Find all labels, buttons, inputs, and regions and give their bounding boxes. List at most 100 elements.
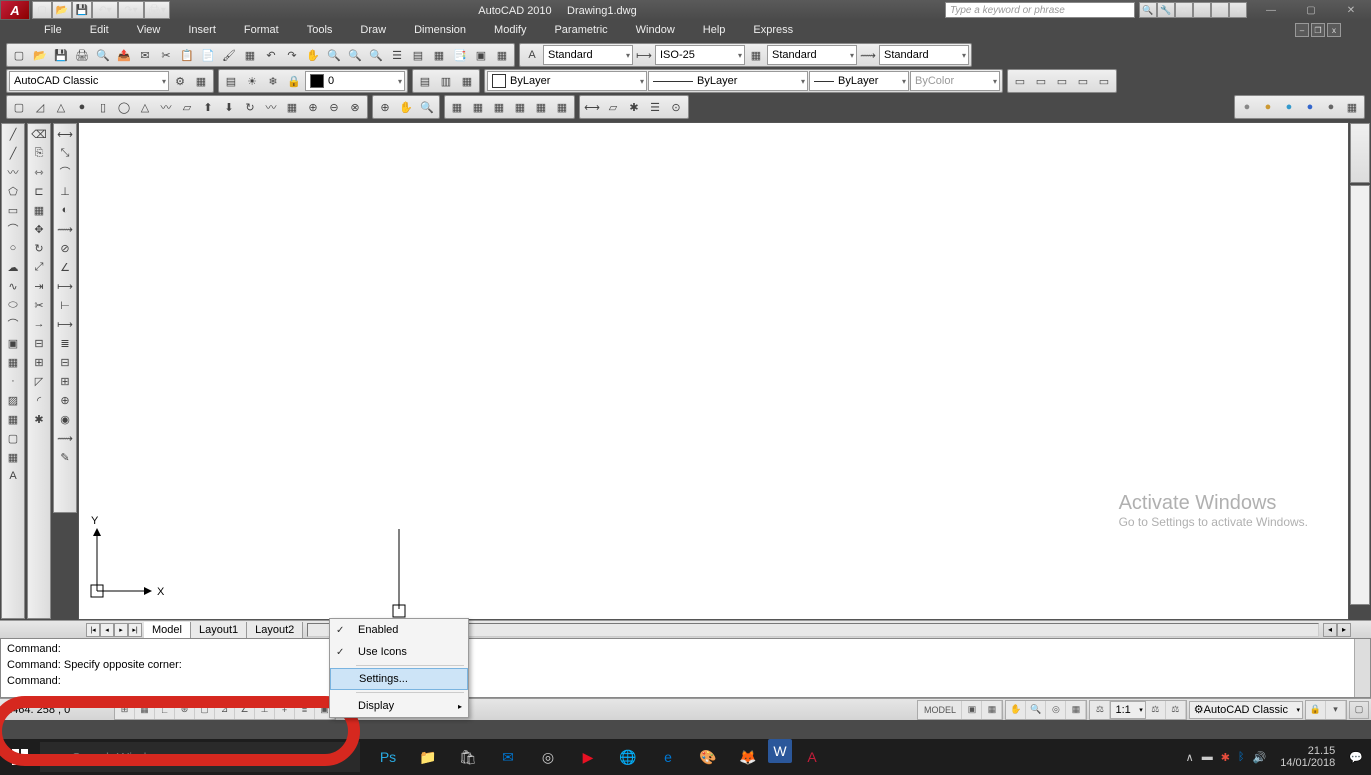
trim-icon[interactable]: ✂: [29, 296, 49, 314]
mt4-icon[interactable]: ▭: [1073, 71, 1093, 91]
cm-enabled[interactable]: ✓Enabled: [330, 619, 468, 641]
d-ang-icon[interactable]: ∠: [55, 258, 75, 276]
d-break-icon[interactable]: ⊟: [55, 353, 75, 371]
zoom-rt-icon[interactable]: 🔍: [324, 45, 344, 65]
paste-icon[interactable]: 📄: [198, 45, 218, 65]
markup-icon[interactable]: ▣: [471, 45, 491, 65]
pyr-icon[interactable]: △: [135, 97, 155, 117]
swe-icon[interactable]: 〰: [261, 97, 281, 117]
layer-lock-icon[interactable]: 🔒: [284, 71, 304, 91]
lwt-button[interactable]: ≡: [295, 701, 315, 719]
mtext-icon[interactable]: A: [3, 467, 23, 485]
workspace-dropdown[interactable]: AutoCAD Classic: [9, 71, 169, 91]
hel-icon[interactable]: 〰: [156, 97, 176, 117]
mdi-min-button[interactable]: –: [1295, 23, 1309, 37]
insert-icon[interactable]: ▣: [3, 334, 23, 352]
drawing-canvas[interactable]: X Y Activate Windows Go to Settings to a…: [78, 122, 1349, 620]
star-icon[interactable]: ☆: [1193, 2, 1211, 18]
annot-scale-dropdown[interactable]: 1:1: [1110, 701, 1145, 719]
app-autocad-icon[interactable]: A: [792, 739, 832, 775]
d-dia-icon[interactable]: ⊘: [55, 239, 75, 257]
d-edit-icon[interactable]: ✎: [55, 448, 75, 466]
dyn-button[interactable]: +: [275, 701, 295, 719]
dimstyle-dropdown[interactable]: ISO-25: [655, 45, 745, 65]
comm-icon[interactable]: ✕: [1175, 2, 1193, 18]
menu-tools[interactable]: Tools: [293, 20, 347, 40]
rect-icon[interactable]: ▭: [3, 201, 23, 219]
textstyle-icon[interactable]: A: [522, 45, 542, 65]
menu-window[interactable]: Window: [622, 20, 689, 40]
ext-icon[interactable]: ⬆: [198, 97, 218, 117]
qat-print-icon[interactable]: 🖨▾: [144, 1, 170, 19]
id-icon[interactable]: ⊙: [666, 97, 686, 117]
menu-parametric[interactable]: Parametric: [540, 20, 621, 40]
ortho-button[interactable]: ∟: [155, 701, 175, 719]
region-icon[interactable]: ▢: [3, 429, 23, 447]
mlstyle-dropdown[interactable]: Standard: [879, 45, 969, 65]
qv-layout-icon[interactable]: ▣: [962, 701, 982, 719]
cyl-icon[interactable]: ▯: [93, 97, 113, 117]
fillet-icon[interactable]: ◜: [29, 391, 49, 409]
calc-icon[interactable]: ▦: [492, 45, 512, 65]
color-dropdown[interactable]: ByLayer: [487, 71, 647, 91]
list-icon[interactable]: ☰: [645, 97, 665, 117]
app-video-icon[interactable]: ▶: [568, 739, 608, 775]
ws-gear-icon[interactable]: ⚙: [170, 71, 190, 91]
lineweight-dropdown[interactable]: ByLayer: [809, 71, 909, 91]
sphere-icon[interactable]: ●: [72, 97, 92, 117]
r2-icon[interactable]: ●: [1258, 97, 1278, 117]
wedge-icon[interactable]: ◿: [30, 97, 50, 117]
menu-modify[interactable]: Modify: [480, 20, 540, 40]
tab-next-icon[interactable]: ▸: [114, 623, 128, 637]
sub-icon[interactable]: ⊖: [324, 97, 344, 117]
taskbar-search-input[interactable]: [40, 742, 360, 772]
tray-bt-icon[interactable]: ᛒ: [1238, 751, 1245, 763]
copy-obj-icon[interactable]: ⎘: [29, 144, 49, 162]
rev-icon[interactable]: ↻: [240, 97, 260, 117]
tablestyle-icon[interactable]: ▦: [746, 45, 766, 65]
qat-save-icon[interactable]: 💾: [72, 1, 92, 19]
r3-icon[interactable]: ●: [1279, 97, 1299, 117]
table-icon[interactable]: ▦: [3, 448, 23, 466]
zoom-prev-icon[interactable]: 🔍: [366, 45, 386, 65]
tab-last-icon[interactable]: ▸|: [128, 623, 142, 637]
zoom-win-icon[interactable]: 🔍: [345, 45, 365, 65]
app-logo[interactable]: A: [0, 0, 30, 20]
undo-icon[interactable]: ↶: [261, 45, 281, 65]
scale-icon[interactable]: ⤢: [29, 258, 49, 276]
area-icon[interactable]: ▱: [603, 97, 623, 117]
mlstyle-icon[interactable]: ⟿: [858, 45, 878, 65]
v6-icon[interactable]: ▦: [552, 97, 572, 117]
sb-zoom-icon[interactable]: 🔍: [1026, 701, 1046, 719]
key-icon[interactable]: 🔧: [1157, 2, 1175, 18]
d-ali-icon[interactable]: ⤡: [55, 144, 75, 162]
join-icon[interactable]: ⊞: [29, 353, 49, 371]
command-window[interactable]: Command: Command: Specify opposite corne…: [0, 638, 1371, 698]
coords-display[interactable]: 1464. 258 , 0: [2, 704, 112, 716]
binoculars-icon[interactable]: 🔍: [1139, 2, 1157, 18]
maximize-button[interactable]: ▢: [1291, 1, 1331, 19]
preview-icon[interactable]: 🔍: [93, 45, 113, 65]
tp-icon[interactable]: ▦: [429, 45, 449, 65]
v5-icon[interactable]: ▦: [531, 97, 551, 117]
copy-icon[interactable]: 📋: [177, 45, 197, 65]
otrack-button[interactable]: ∠: [235, 701, 255, 719]
torus-icon[interactable]: ◯: [114, 97, 134, 117]
app-groove-icon[interactable]: ◎: [528, 739, 568, 775]
cut-icon[interactable]: ✂: [156, 45, 176, 65]
osnap-button[interactable]: ▢: [195, 701, 215, 719]
d-insp-icon[interactable]: ◉: [55, 410, 75, 428]
scroll-left-icon[interactable]: ◂: [1323, 623, 1337, 637]
d-tol-icon[interactable]: ⊞: [55, 372, 75, 390]
offset-icon[interactable]: ⊏: [29, 182, 49, 200]
pan-icon[interactable]: ✋: [303, 45, 323, 65]
int-icon[interactable]: ⊗: [345, 97, 365, 117]
mirror-icon[interactable]: ⇿: [29, 163, 49, 181]
3dosnap-button[interactable]: ⊿: [215, 701, 235, 719]
app-chrome-icon[interactable]: 🌐: [608, 739, 648, 775]
arc-icon[interactable]: ⌒: [3, 220, 23, 238]
un-icon[interactable]: ⊕: [303, 97, 323, 117]
move-icon[interactable]: ✥: [29, 220, 49, 238]
3dpan-icon[interactable]: ✋: [396, 97, 416, 117]
app-explorer-icon[interactable]: 📁: [408, 739, 448, 775]
